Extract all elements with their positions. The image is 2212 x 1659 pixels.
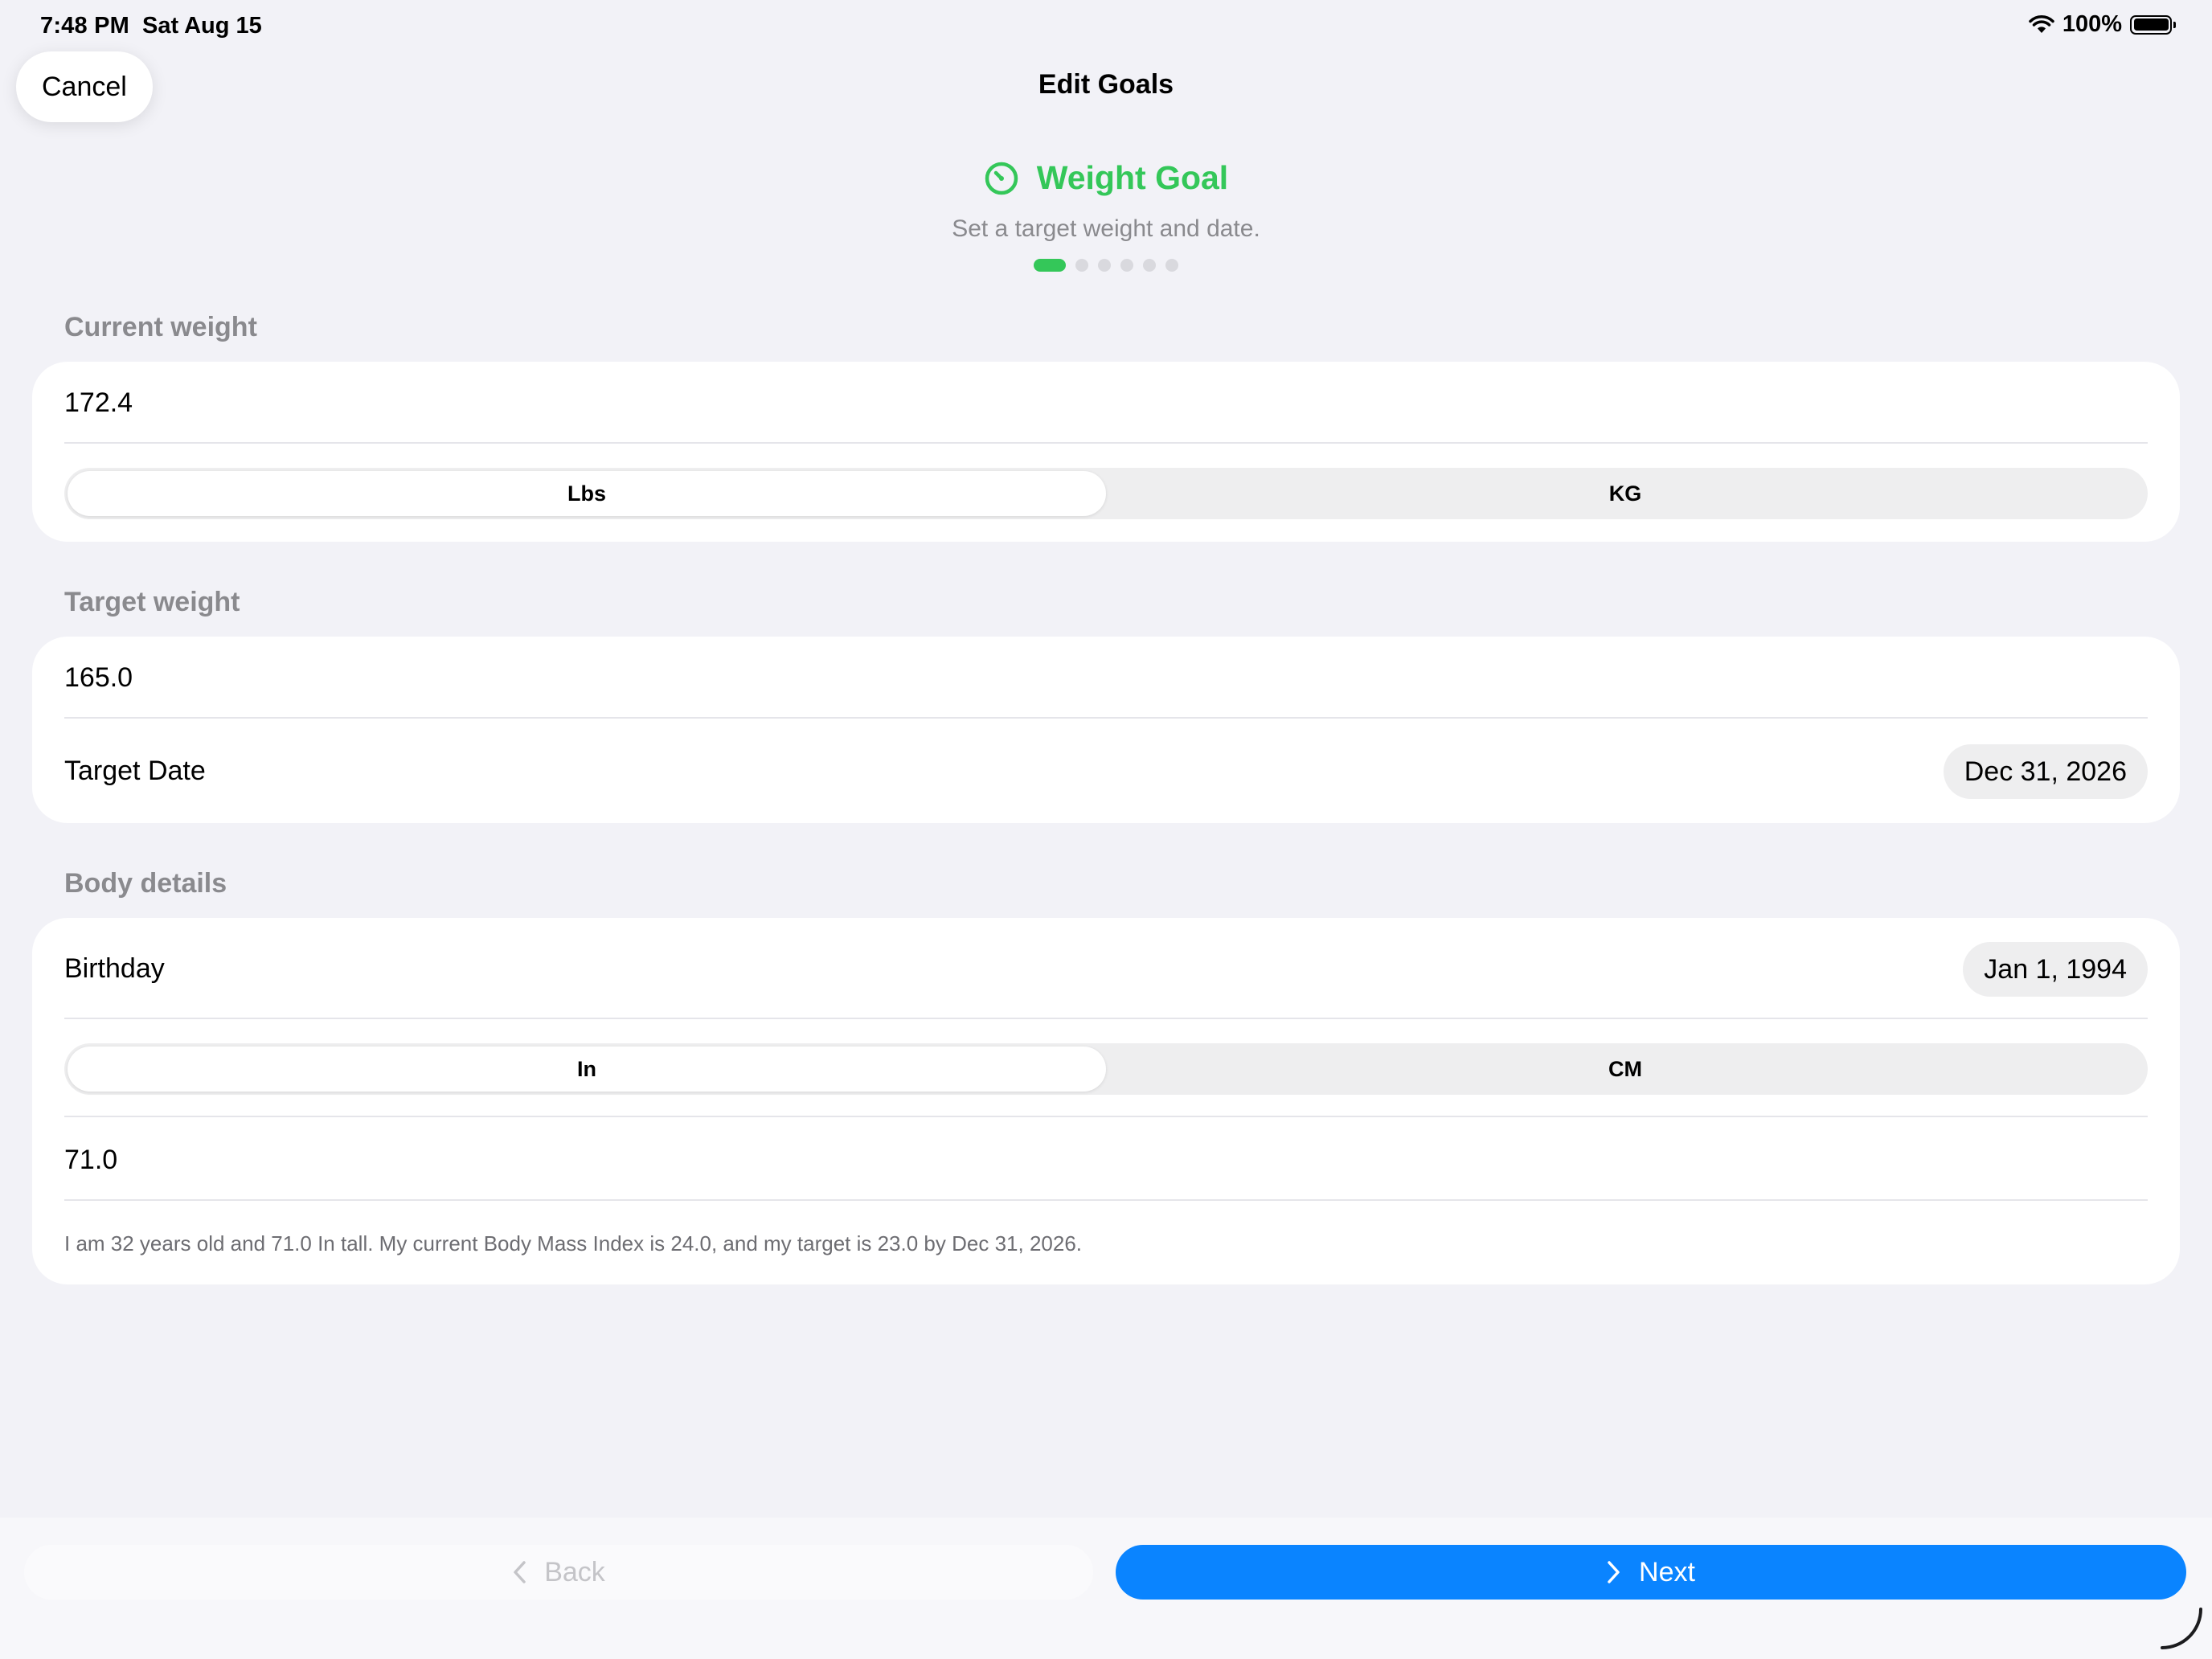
divider [64,1018,2148,1019]
divider [64,717,2148,719]
bottom-toolbar: Back Next [0,1518,2212,1659]
wifi-icon [2029,14,2054,33]
step-indicator [0,259,2212,272]
goal-header: Weight Goal [0,159,2212,197]
step-dot [1120,259,1133,272]
birthday-picker[interactable]: Jan 1, 1994 [1963,942,2148,997]
unit-kg-option[interactable]: KG [1106,471,2144,516]
battery-icon [2130,14,2176,35]
current-weight-card: 172.4 Lbs KG [32,362,2180,542]
next-button[interactable]: Next [1116,1545,2186,1600]
chevron-left-icon [514,1561,526,1583]
goal-title: Weight Goal [1036,159,1229,196]
height-unit-segmented: In CM [64,1043,2148,1095]
chevron-right-icon [1608,1561,1620,1583]
back-label: Back [544,1556,605,1587]
unit-lbs-option[interactable]: Lbs [68,471,1106,516]
current-weight-label: Current weight [64,312,257,342]
page-title: Edit Goals [1038,69,1174,100]
target-date-label: Target Date [64,756,206,786]
step-dot [1098,259,1111,272]
step-dot [1165,259,1178,272]
goal-subtitle: Set a target weight and date. [952,215,1260,242]
battery-percent: 100% [2062,11,2122,37]
gauge-icon [985,162,1018,195]
target-weight-card: 165.0 Target Date Dec 31, 2026 [32,637,2180,823]
current-weight-input[interactable]: 172.4 [64,387,133,419]
step-dot [1143,259,1156,272]
divider [64,442,2148,444]
target-date-picker[interactable]: Dec 31, 2026 [1943,744,2148,799]
divider [64,1116,2148,1117]
divider [64,1199,2148,1201]
status-date: Sat Aug 15 [142,13,262,39]
status-time: 7:48 PM [40,13,129,39]
back-button[interactable]: Back [24,1545,1093,1600]
unit-cm-option[interactable]: CM [1106,1047,2144,1092]
next-label: Next [1639,1556,1695,1587]
height-input[interactable]: 71.0 [64,1145,117,1176]
birthday-label: Birthday [64,953,165,984]
target-weight-input[interactable]: 165.0 [64,662,133,694]
weight-unit-segmented: Lbs KG [64,468,2148,519]
body-details-card: Birthday Jan 1, 1994 In CM 71.0 I am 32 … [32,918,2180,1284]
body-details-label: Body details [64,868,227,899]
target-weight-label: Target weight [64,587,240,617]
unit-in-option[interactable]: In [68,1047,1106,1092]
step-dot [1034,259,1066,272]
bmi-summary: I am 32 years old and 71.0 In tall. My c… [64,1231,1083,1256]
status-indicators: 100% [2029,11,2176,38]
resize-corner-icon [2161,1608,2202,1649]
step-dot [1075,259,1088,272]
